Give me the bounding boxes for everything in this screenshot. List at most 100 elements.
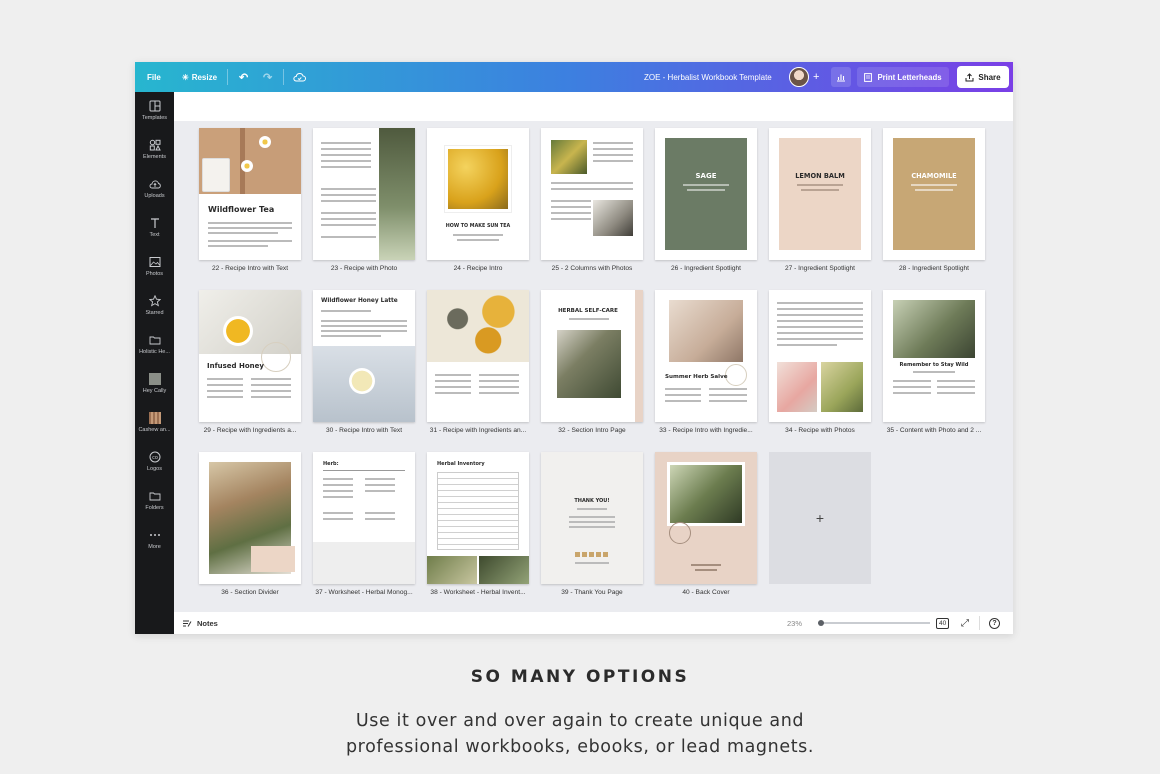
text-line [691,564,721,566]
text-line [777,320,863,322]
sidebar-item-holistic[interactable]: Holistic He... [135,334,174,366]
cloud-sync-icon[interactable] [293,62,306,92]
text-line [207,384,243,386]
text-line [321,160,371,162]
page-preview: SAGE [655,128,757,260]
editor-toolbar [174,92,1013,121]
sidebar-item-more[interactable]: More [135,529,174,561]
fullscreen-icon[interactable]: ⤢ [961,612,969,634]
spice-photo [427,290,529,362]
sidebar-item-label: Text [149,232,160,238]
text-line [323,484,353,486]
doc-title-text: ZOE - Herbalist Workbook Template [644,72,772,82]
text-line [777,344,837,346]
text-line [777,338,863,340]
page-preview: LEMON BALM [769,128,871,260]
page-caption: 33 - Recipe Intro with Ingredie... [659,427,753,434]
text-line [777,302,863,304]
help-button[interactable]: ? [989,612,1000,634]
text-line [251,378,291,380]
sidebar-item-text[interactable]: Text [135,217,174,249]
text-line [323,490,353,492]
page-title: CHAMOMILE [911,172,957,180]
page-preview [541,128,643,260]
text-line [321,224,376,226]
sidebar-item-uploads[interactable]: Uploads [135,178,174,210]
text-line [915,189,953,191]
text-line [321,188,376,190]
sidebar-item-label: Cashew an... [138,427,171,433]
sidebar-item-hey-cally[interactable]: Hey Cally [135,373,174,405]
text-line [479,392,519,394]
text-line [321,310,371,312]
text-line [365,512,395,514]
page-preview: HERBAL SELF-CARE [541,290,643,422]
sidebar-item-folders[interactable]: Folders [135,490,174,522]
text-line [551,212,591,214]
text-line [551,182,633,184]
document-title[interactable]: ZOE - Herbalist Workbook Template [644,62,772,92]
honey-cup [223,316,253,346]
page-caption: 26 - Ingredient Spotlight [670,265,741,272]
sidebar-item-photos[interactable]: Photos [135,256,174,288]
upload-icon [965,72,974,81]
text-line [321,325,407,327]
text-line [911,184,957,186]
daisy [241,160,253,172]
add-collaborator-icon[interactable]: + [813,62,819,92]
mug [202,158,230,192]
page-caption: 27 - Ingredient Spotlight [784,265,855,272]
share-button[interactable]: Share [957,66,1009,88]
resize-button[interactable]: ✳ Resize [182,62,217,92]
add-page-button[interactable]: + [769,452,871,584]
page-preview [427,290,529,422]
pink-photo [777,362,817,412]
page-preview: Wildflower Tea [199,128,301,260]
page-caption: 22 - Recipe Intro with Text [211,265,289,272]
zoom-slider[interactable] [818,612,930,634]
text-line [208,240,292,242]
redo-icon[interactable]: ↷ [263,62,272,92]
avatar[interactable] [789,67,809,87]
sidebar-item-templates[interactable]: Templates [135,100,174,132]
hands-photo [669,300,743,362]
sidebar-item-logos[interactable]: co Logos [135,451,174,483]
page-preview: CHAMOMILE [883,128,985,260]
page-title: THANK YOU! [574,498,610,504]
page-caption: 32 - Section Intro Page [558,427,626,434]
text-line [569,521,615,523]
text-line [569,318,609,320]
text-line [709,400,747,402]
analytics-icon[interactable] [831,67,851,87]
page-caption: 38 - Worksheet - Herbal Invent... [430,589,526,596]
page-grid: Wildflower Tea 22 - Recipe Intro with Te… [174,121,1013,612]
stamp-ring [725,364,747,386]
sidebar-item-elements[interactable]: Elements [135,139,174,171]
uploads-icon [149,180,161,189]
sidebar-item-cashew[interactable]: Cashew an... [135,412,174,444]
color-panel [665,138,747,250]
stamp-ring [669,522,691,544]
text-line [207,390,243,392]
text-line [321,320,407,322]
divider [283,69,284,85]
undo-icon[interactable]: ↶ [239,62,248,92]
text-line [321,154,371,156]
share-label: Share [978,72,1001,82]
slider-handle[interactable] [818,620,824,626]
text-line [777,314,863,316]
page-count-button[interactable]: 40 [936,612,950,634]
elements-icon [149,139,161,151]
notes-button[interactable]: Notes [182,612,218,634]
sidebar-item-starred[interactable]: Starred [135,295,174,327]
print-letterheads-button[interactable]: Print Letterheads [857,67,949,87]
accent-strip [635,290,643,422]
text-line [457,239,499,241]
page-caption: 24 - Recipe Intro [453,265,503,272]
page-caption: 34 - Recipe with Photos [785,427,855,434]
page-caption: 36 - Section Divider [221,589,279,596]
latte-cup [349,368,375,394]
file-menu[interactable]: File [147,62,161,92]
text-line [551,218,591,220]
page-preview [199,452,301,584]
